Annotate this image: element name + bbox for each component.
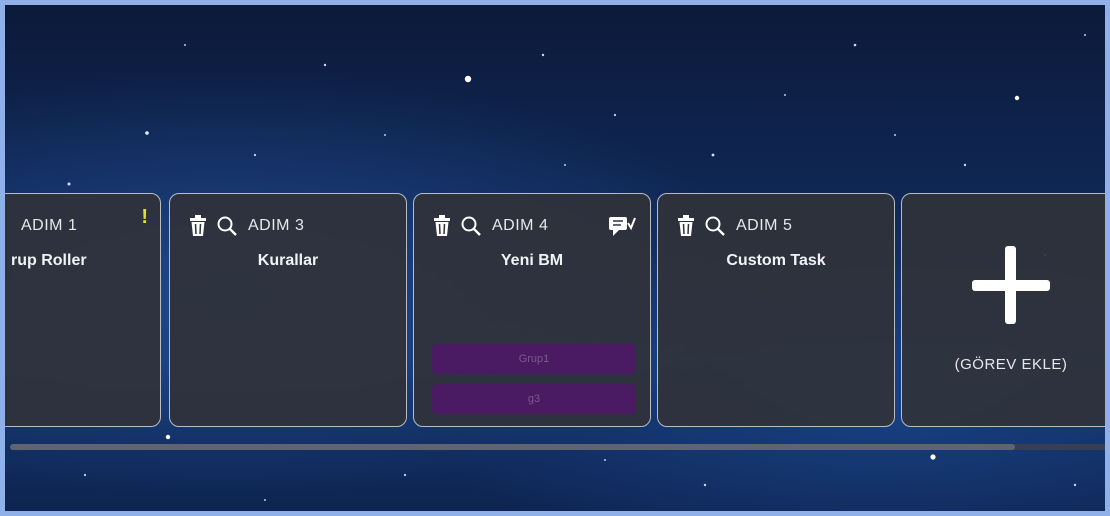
card-header: ADIM 4 xyxy=(432,212,636,240)
card-title: Kurallar xyxy=(257,252,319,269)
group-tag[interactable]: Grup1 xyxy=(432,344,636,374)
step-label: ADIM 3 xyxy=(248,217,305,234)
comment-icon[interactable] xyxy=(608,215,636,237)
card-header: ADIM 3 xyxy=(188,212,392,240)
step-label: ADIM 1 xyxy=(21,217,78,234)
card-header: ADIM 5 xyxy=(676,212,880,240)
task-card-strip: ADIM 1 ! rup Roller ADIM 3 Kurallar ADIM… xyxy=(5,191,1105,431)
group-tag[interactable]: g3 xyxy=(432,384,636,414)
card-title: Custom Task xyxy=(726,252,826,269)
task-card-step-4[interactable]: ADIM 4 Yeni BM Grup1 g3 xyxy=(413,193,651,427)
step-label: ADIM 5 xyxy=(736,217,793,234)
task-card-step-1[interactable]: ADIM 1 ! rup Roller xyxy=(5,193,161,427)
step-label: ADIM 4 xyxy=(492,217,549,234)
scrollbar-thumb[interactable] xyxy=(10,444,1015,450)
card-header: ADIM 1 xyxy=(21,212,146,240)
card-title: rup Roller xyxy=(11,252,87,269)
trash-icon[interactable] xyxy=(676,215,696,237)
card-title: Yeni BM xyxy=(500,252,564,269)
task-card-step-5[interactable]: ADIM 5 Custom Task xyxy=(657,193,895,427)
workflow-canvas: ADIM 1 ! rup Roller ADIM 3 Kurallar ADIM… xyxy=(0,0,1110,516)
task-card-step-3[interactable]: ADIM 3 Kurallar xyxy=(169,193,407,427)
magnifier-icon[interactable] xyxy=(460,215,482,237)
magnifier-icon[interactable] xyxy=(704,215,726,237)
plus-icon-vertical xyxy=(1005,246,1016,324)
horizontal-scrollbar[interactable] xyxy=(10,444,1105,450)
magnifier-icon[interactable] xyxy=(216,215,238,237)
add-task-button[interactable]: (GÖREV EKLE) xyxy=(901,193,1105,427)
exclamation-icon: ! xyxy=(141,206,148,228)
trash-icon[interactable] xyxy=(188,215,208,237)
add-task-label: (GÖREV EKLE) xyxy=(954,356,1068,373)
trash-icon[interactable] xyxy=(432,215,452,237)
